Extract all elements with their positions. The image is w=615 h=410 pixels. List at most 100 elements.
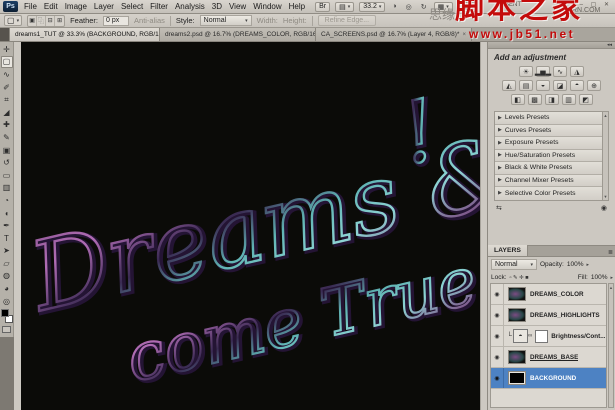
collapse-panels-icon[interactable]: ◂◂ [607,42,612,48]
tab-layers[interactable]: LAYERS [488,245,528,256]
menu-item[interactable]: File [24,2,37,11]
pen-tool[interactable]: ✒ [1,219,13,232]
menu-item[interactable]: Help [289,2,305,11]
preset-group-row[interactable]: ▶ Curves Presets [495,124,602,137]
gradient-map-icon[interactable]: ▥ [561,94,576,105]
visibility-icon[interactable]: ◉ [601,204,607,212]
selection-mode-button[interactable]: ▣ [28,15,38,26]
layer-thumbnail[interactable] [508,287,526,301]
hand-tool[interactable]: ◕ [1,282,13,295]
launch-bridge-button[interactable]: Br [315,1,331,12]
zoom-tool[interactable]: ◎ [1,295,13,308]
menu-item[interactable]: Analysis [175,2,205,11]
quick-selection-tool[interactable]: ✐ [1,81,13,94]
blur-tool[interactable]: ◔ [1,194,13,207]
scroll-up-icon[interactable]: ▲ [609,285,613,290]
adjustment-layer-icon[interactable]: ◓ [512,329,528,343]
preset-group-row[interactable]: ▶ Selective Color Presets [495,187,602,200]
arrange-documents-button[interactable]: ▦ ▾ [433,1,453,12]
panel-menu-icon[interactable]: ≣ [605,249,615,256]
window-controls[interactable]: – ▢ ✕ [580,1,612,8]
menu-item[interactable]: Layer [94,2,114,11]
selection-mode-button[interactable]: ⊞ [55,16,64,26]
fill-value[interactable]: 100% [591,274,608,281]
rotate-view-icon[interactable]: ↻ [419,3,429,11]
black-white-icon[interactable]: ◪ [553,80,567,91]
quick-mask-button[interactable] [2,326,11,334]
foreground-color-swatch[interactable] [0,309,9,318]
menu-item[interactable]: View [229,2,246,11]
layer-row-dreams-highlights[interactable]: ◉ DREAMS_HIGHLIGHTS [491,305,606,326]
dodge-tool[interactable]: ◖ [1,207,13,220]
preset-group-row[interactable]: ▶ Channel Mixer Presets [495,174,602,187]
layer-mask-thumbnail[interactable] [535,329,549,343]
color-balance-icon[interactable]: ◒ [536,80,550,91]
eyedropper-tool[interactable]: ◢ [1,106,13,119]
layers-scrollbar[interactable]: ▲ [608,283,614,408]
layer-thumbnail[interactable] [508,350,526,364]
eye-icon[interactable]: ◉ [491,368,504,388]
preset-group-row[interactable]: ▶ Hue/Saturation Presets [495,149,602,162]
eye-icon[interactable]: ◉ [491,347,504,367]
lasso-tool[interactable]: ∿ [1,68,13,81]
layer-row-brightness-contrast[interactable]: ◉ └ ◓ ∞ Brightness/Cont... [491,326,606,347]
brightness-contrast-icon[interactable]: ☀ [519,66,533,77]
scroll-down-icon[interactable]: ▼ [604,194,608,199]
document-tab-dreams1[interactable]: dreams1_TUT @ 33.3% (BACKGROUND, RGB/16)… [10,28,160,41]
hue-saturation-icon[interactable]: ▤ [519,80,533,91]
opacity-spinner-icon[interactable]: ▸ [586,262,589,268]
color-swatches[interactable] [0,309,13,324]
switch-panel-icon[interactable]: ⇆ [496,204,502,212]
blend-mode-dropdown[interactable]: Normal ▾ [491,259,537,270]
menu-item[interactable]: 3D [212,2,222,11]
history-brush-tool[interactable]: ↺ [1,156,13,169]
path-selection-tool[interactable]: ➤ [1,245,13,258]
preset-group-row[interactable]: ▶ Black & White Presets [495,162,602,175]
opacity-value[interactable]: 100% [567,261,584,268]
photo-filter-icon[interactable]: ◓ [570,80,584,91]
type-tool[interactable]: T [1,232,13,245]
move-tool[interactable]: ✛ [1,43,13,56]
screen-mode-button[interactable]: ▣ ▾ [457,1,477,12]
tab-dock-icon[interactable] [0,28,10,41]
close-icon[interactable]: × [462,32,466,38]
shape-tool[interactable]: ▱ [1,257,13,270]
fill-spinner-icon[interactable]: ▸ [610,275,613,281]
invert-icon[interactable]: ◧ [510,94,525,105]
canvas[interactable]: Dreams & come True! ! Dreams & come True… [21,42,480,410]
threshold-icon[interactable]: ◨ [544,94,559,105]
document-tab-dreams2[interactable]: dreams2.psd @ 16.7% (DREAMS_COLOR, RGB/1… [160,28,316,41]
view-extras-button[interactable]: ▤ ▾ [335,1,355,12]
tool-preset-picker[interactable]: ▢ ▾ [4,15,23,26]
feather-input[interactable]: 0 px [103,15,130,26]
menu-item[interactable]: Filter [150,2,168,11]
menu-item[interactable]: Image [65,2,87,11]
healing-brush-tool[interactable]: ✚ [1,119,13,132]
curves-icon[interactable]: ∿ [553,66,567,77]
presets-scrollbar[interactable]: ▲ ▼ [603,111,609,201]
eye-icon[interactable]: ◉ [491,305,504,325]
zoom-icon[interactable]: ◎ [404,3,414,11]
menu-item[interactable]: Edit [44,2,58,11]
posterize-icon[interactable]: ▩ [527,94,542,105]
brush-tool[interactable]: ✎ [1,131,13,144]
selective-color-icon[interactable]: ◩ [578,94,593,105]
menu-item[interactable]: Window [253,2,281,11]
eye-icon[interactable]: ◉ [491,326,504,346]
levels-icon[interactable]: ▂▅▂ [535,66,551,77]
eye-icon[interactable]: ◉ [491,284,504,304]
gradient-tool[interactable]: ▥ [1,182,13,195]
scroll-up-icon[interactable]: ▲ [604,113,608,118]
selection-mode-button[interactable]: ⊟ [46,15,56,26]
crop-tool[interactable]: ⌗ [1,93,13,106]
menu-item[interactable]: Select [121,2,143,11]
style-dropdown[interactable]: Normal ▾ [199,15,252,26]
clone-stamp-tool[interactable]: ▣ [1,144,13,157]
vibrance-icon[interactable]: ◭ [502,80,516,91]
exposure-icon[interactable]: ◮ [570,66,584,77]
canvas-scrollbar[interactable] [480,42,487,410]
document-tab-ca-screens[interactable]: CA_SCREENS.psd @ 16.7% (Layer 4, RGB/8)*… [316,28,472,41]
workspace-switcher[interactable]: ESSENT [497,2,521,8]
preset-group-row[interactable]: ▶ Levels Presets [495,112,602,125]
layer-thumbnail[interactable] [508,308,526,322]
